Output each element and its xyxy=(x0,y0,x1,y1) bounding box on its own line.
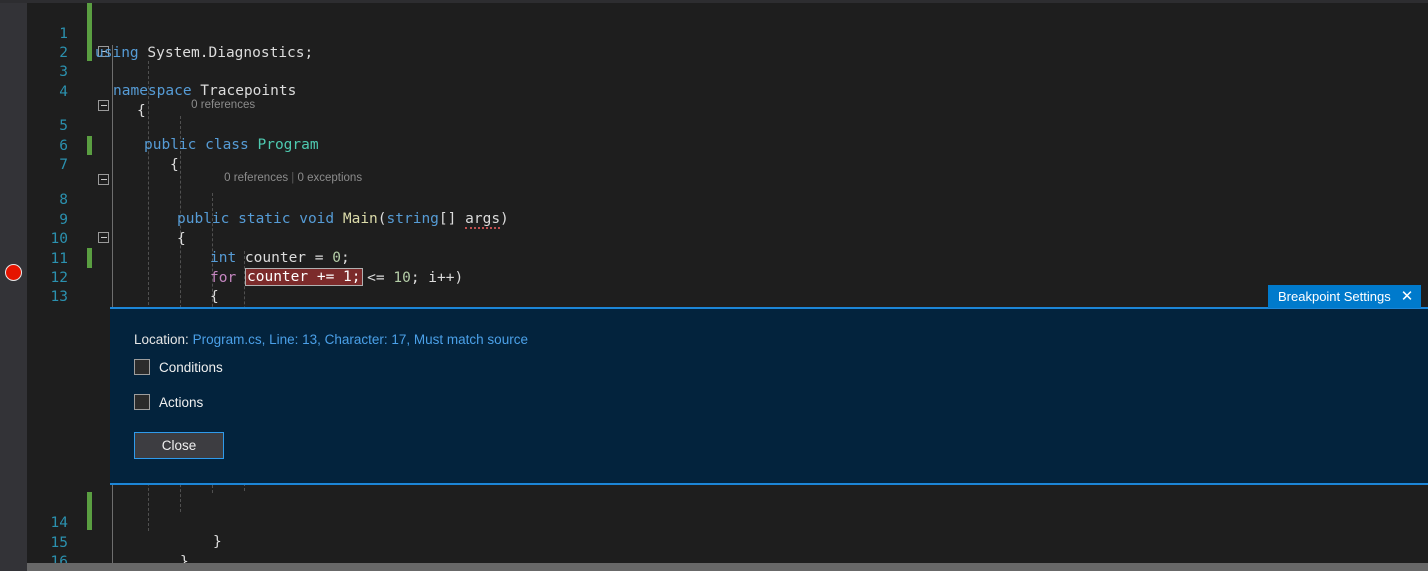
code-line-6[interactable]: 6 { xyxy=(27,117,1428,174)
breakpoint-statement-highlight[interactable]: counter += 1; xyxy=(245,268,363,286)
actions-checkbox[interactable] xyxy=(134,394,150,410)
code-text: { xyxy=(210,289,219,305)
breakpoint-settings-tab[interactable]: Breakpoint Settings ✕ xyxy=(1268,285,1422,308)
code-line-3[interactable]: 3 namespace Tracepoints xyxy=(27,43,1428,100)
code-line-12[interactable]: 12 { xyxy=(27,249,1428,306)
code-line-1[interactable]: 1 using System.Diagnostics; xyxy=(27,5,1428,62)
code-line-7[interactable]: 7 xyxy=(27,136,1428,173)
horizontal-scrollbar[interactable] xyxy=(27,563,1428,571)
breakpoint-glyph-icon[interactable] xyxy=(5,264,22,281)
location-label: Location: xyxy=(134,332,189,347)
conditions-label: Conditions xyxy=(159,359,223,375)
visual-studio-editor-window: 1 using System.Diagnostics; 2 3 namespac… xyxy=(0,0,1428,571)
conditions-checkbox[interactable] xyxy=(134,359,150,375)
actions-row[interactable]: Actions xyxy=(134,394,203,410)
code-line-8[interactable]: 8 public static void Main(string[] args) xyxy=(27,171,1428,229)
actions-label: Actions xyxy=(159,394,204,410)
code-line-11[interactable]: 11 for (int i = 0; i <= 10; i++) xyxy=(27,230,1428,287)
breakpoint-settings-panel: Location: Program.cs, Line: 13, Characte… xyxy=(110,307,1428,485)
code-line-15[interactable]: 15 } xyxy=(27,514,1428,571)
code-line-14[interactable]: 14 } xyxy=(27,494,1428,551)
close-icon[interactable]: ✕ xyxy=(1401,285,1414,308)
code-line-13[interactable]: 13 counter += 1; xyxy=(27,268,1428,305)
conditions-row[interactable]: Conditions xyxy=(134,359,223,375)
breakpoint-location-row: Location: Program.cs, Line: 13, Characte… xyxy=(134,332,528,347)
code-text: counter += 1; xyxy=(245,268,363,288)
code-line-9[interactable]: 9 { xyxy=(27,191,1428,248)
code-line-16[interactable]: 16 } xyxy=(27,533,1428,570)
code-line-4[interactable]: 4 { xyxy=(27,63,1428,120)
code-line-10[interactable]: 10 int counter = 0; xyxy=(27,210,1428,267)
location-link[interactable]: Program.cs, Line: 13, Character: 17, Mus… xyxy=(193,332,528,347)
breakpoint-margin[interactable] xyxy=(0,3,27,571)
code-editor-surface[interactable]: 1 using System.Diagnostics; 2 3 namespac… xyxy=(27,3,1428,571)
code-line-2[interactable]: 2 xyxy=(27,24,1428,61)
horizontal-scrollbar-thumb[interactable] xyxy=(27,563,1428,571)
line-number: 13 xyxy=(50,288,68,305)
breakpoint-settings-tab-label: Breakpoint Settings xyxy=(1278,289,1391,304)
code-line-5[interactable]: 5 public class Program xyxy=(27,97,1428,154)
close-button[interactable]: Close xyxy=(134,432,224,459)
